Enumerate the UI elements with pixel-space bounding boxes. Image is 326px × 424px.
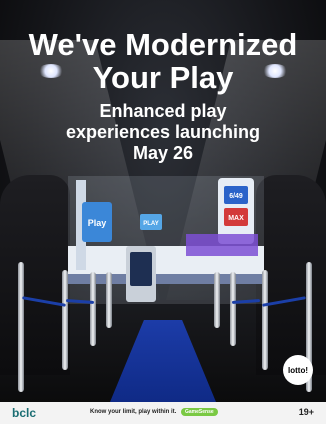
stanchion-post — [106, 272, 112, 328]
tagline-text: Know your limit, play within it. — [90, 409, 177, 415]
stanchion-post — [18, 262, 24, 392]
photographers-left — [0, 175, 70, 375]
footer-bar: bclc Know your limit, play within it. Ga… — [0, 402, 326, 424]
poster: We've Modernized Your Play Enhanced play… — [0, 0, 326, 424]
subheadline: Enhanced play experiences launching May … — [0, 101, 326, 164]
kiosk-left-screen-label: Play — [88, 218, 107, 228]
stanchion-post — [214, 272, 220, 328]
lotto-badge: lotto! — [283, 355, 313, 385]
subheadline-date: May 26 — [132, 143, 194, 163]
age-restriction: 19+ — [298, 407, 314, 417]
stanchion-post — [230, 272, 236, 346]
stanchion-post — [90, 272, 96, 346]
subheadline-line-1: Enhanced play — [99, 101, 227, 121]
headline-line-1: We've Modernized — [28, 27, 298, 62]
subheadline-line-2: experiences launching — [65, 122, 261, 142]
stanchion-post — [62, 270, 68, 370]
responsible-gaming-tagline: Know your limit, play within it. GameSen… — [90, 408, 218, 416]
self-serve-terminal — [130, 252, 152, 286]
counter-sign: PLAY — [143, 221, 158, 227]
kiosk-right-screen-2: MAX — [228, 215, 244, 222]
gamesense-badge: GameSense — [181, 408, 218, 416]
bclc-logo: bclc — [12, 406, 37, 420]
headline-line-2: Your Play — [92, 60, 234, 95]
stanchion-post — [262, 270, 268, 370]
headline: We've Modernized Your Play — [0, 28, 326, 94]
kiosk-right-screen-1: 6/49 — [229, 193, 243, 200]
